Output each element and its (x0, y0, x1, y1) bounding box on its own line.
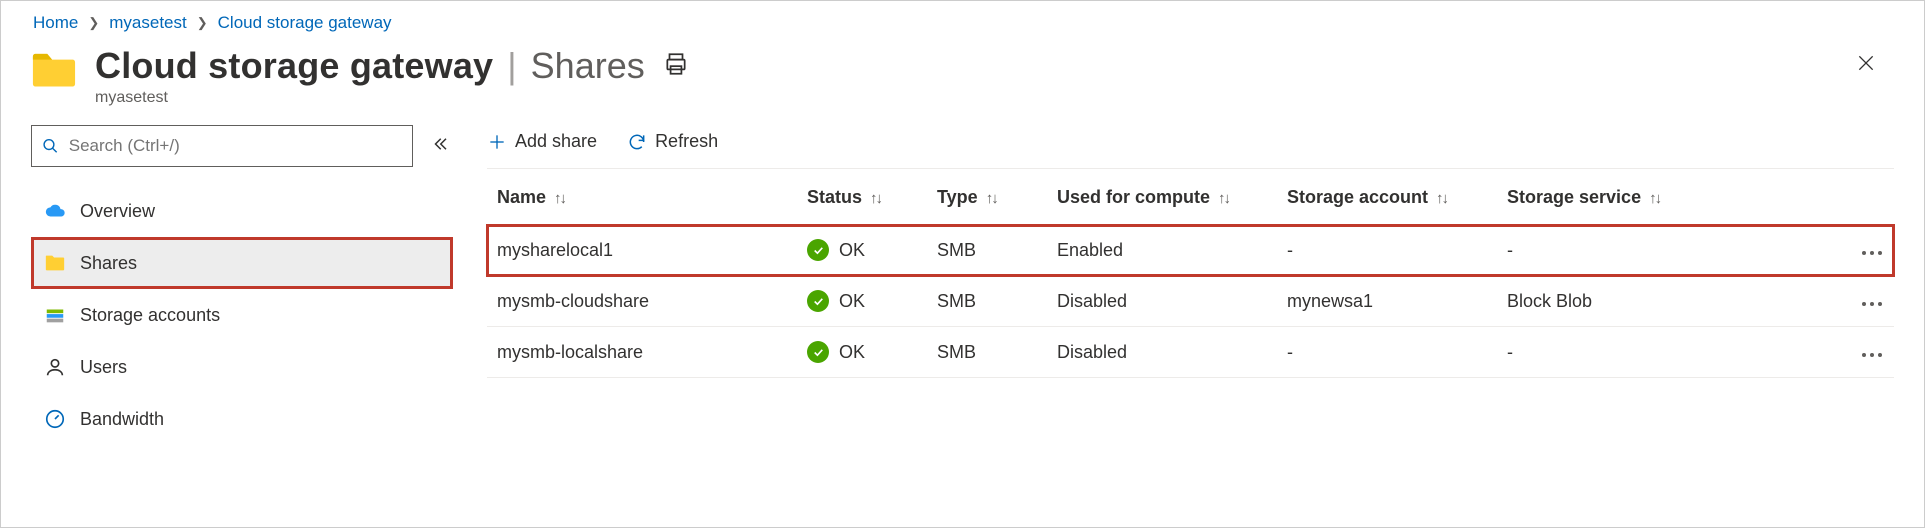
cell-storage-account: - (1277, 327, 1497, 378)
sidebar-search[interactable] (31, 125, 413, 167)
table-row[interactable]: mysmb-cloudshare OK SMB Disabled mynewsa… (487, 276, 1894, 327)
search-input[interactable] (67, 135, 402, 157)
table-row[interactable]: mysmb-localshare OK SMB Disabled - - (487, 327, 1894, 378)
cell-name: mysharelocal1 (487, 225, 797, 276)
collapse-sidebar-button[interactable] (427, 131, 453, 162)
cell-type: SMB (927, 276, 1047, 327)
breadcrumb: Home ❯ myasetest ❯ Cloud storage gateway (1, 1, 1924, 41)
sidebar-item-label: Overview (80, 201, 155, 222)
col-header-type[interactable]: Type↑↓ (927, 169, 1047, 225)
search-icon (42, 137, 59, 155)
sidebar-item-label: Bandwidth (80, 409, 164, 430)
cell-storage-service: Block Blob (1497, 276, 1844, 327)
chevron-right-icon: ❯ (197, 15, 208, 31)
col-header-storage-service[interactable]: Storage service↑↓ (1497, 169, 1844, 225)
sidebar-item-label: Storage accounts (80, 305, 220, 326)
col-header-compute[interactable]: Used for compute↑↓ (1047, 169, 1277, 225)
sidebar-item-label: Shares (80, 253, 137, 274)
sidebar-item-bandwidth[interactable]: Bandwidth (31, 393, 453, 445)
sort-icon: ↑↓ (554, 190, 565, 207)
cell-status: OK (839, 291, 865, 312)
sort-icon: ↑↓ (986, 190, 997, 207)
row-menu-button[interactable] (1844, 276, 1894, 327)
col-header-storage-account[interactable]: Storage account↑↓ (1277, 169, 1497, 225)
sidebar-item-users[interactable]: Users (31, 341, 453, 393)
cell-name: mysmb-cloudshare (487, 276, 797, 327)
breadcrumb-home[interactable]: Home (33, 13, 78, 33)
cloud-icon (44, 200, 66, 222)
page-title: Cloud storage gateway (95, 45, 493, 87)
user-icon (44, 356, 66, 378)
sort-icon: ↑↓ (1649, 190, 1660, 207)
sidebar-item-overview[interactable]: Overview (31, 185, 453, 237)
refresh-button[interactable]: Refresh (627, 131, 718, 152)
page-section: Shares (531, 45, 645, 87)
sidebar-item-shares[interactable]: Shares (31, 237, 453, 289)
cell-type: SMB (927, 327, 1047, 378)
cell-type: SMB (927, 225, 1047, 276)
cell-storage-service: - (1497, 225, 1844, 276)
row-menu-button[interactable] (1844, 327, 1894, 378)
chevron-right-icon: ❯ (88, 15, 99, 31)
cell-name: mysmb-localshare (487, 327, 797, 378)
breadcrumb-page[interactable]: Cloud storage gateway (218, 13, 392, 33)
sort-icon: ↑↓ (1218, 190, 1229, 207)
plus-icon (487, 132, 507, 152)
refresh-icon (627, 132, 647, 152)
shares-table: Name↑↓ Status↑↓ Type↑↓ Used for compute↑… (487, 169, 1894, 378)
sort-icon: ↑↓ (1436, 190, 1447, 207)
storage-icon (44, 304, 66, 326)
title-separator: | (507, 45, 516, 87)
gauge-icon (44, 408, 66, 430)
row-menu-button[interactable] (1844, 225, 1894, 276)
cell-storage-account: - (1277, 225, 1497, 276)
col-header-name[interactable]: Name↑↓ (487, 169, 797, 225)
sidebar-item-storage-accounts[interactable]: Storage accounts (31, 289, 453, 341)
status-ok-icon (807, 239, 829, 261)
refresh-label: Refresh (655, 131, 718, 152)
status-ok-icon (807, 290, 829, 312)
cell-status: OK (839, 240, 865, 261)
print-icon[interactable] (663, 51, 689, 82)
status-ok-icon (807, 341, 829, 363)
folder-icon (31, 51, 77, 91)
col-header-status[interactable]: Status↑↓ (797, 169, 927, 225)
folder-icon (44, 252, 66, 274)
cell-storage-service: - (1497, 327, 1844, 378)
sort-icon: ↑↓ (870, 190, 881, 207)
add-share-button[interactable]: Add share (487, 131, 597, 152)
page-subtitle: myasetest (95, 89, 689, 107)
sidebar-item-label: Users (80, 357, 127, 378)
cell-compute: Disabled (1047, 276, 1277, 327)
table-row[interactable]: mysharelocal1 OK SMB Enabled - - (487, 225, 1894, 276)
cell-compute: Enabled (1047, 225, 1277, 276)
cell-status: OK (839, 342, 865, 363)
close-button[interactable] (1848, 45, 1884, 81)
breadcrumb-resource[interactable]: myasetest (109, 13, 186, 33)
cell-compute: Disabled (1047, 327, 1277, 378)
cell-storage-account: mynewsa1 (1277, 276, 1497, 327)
add-share-label: Add share (515, 131, 597, 152)
